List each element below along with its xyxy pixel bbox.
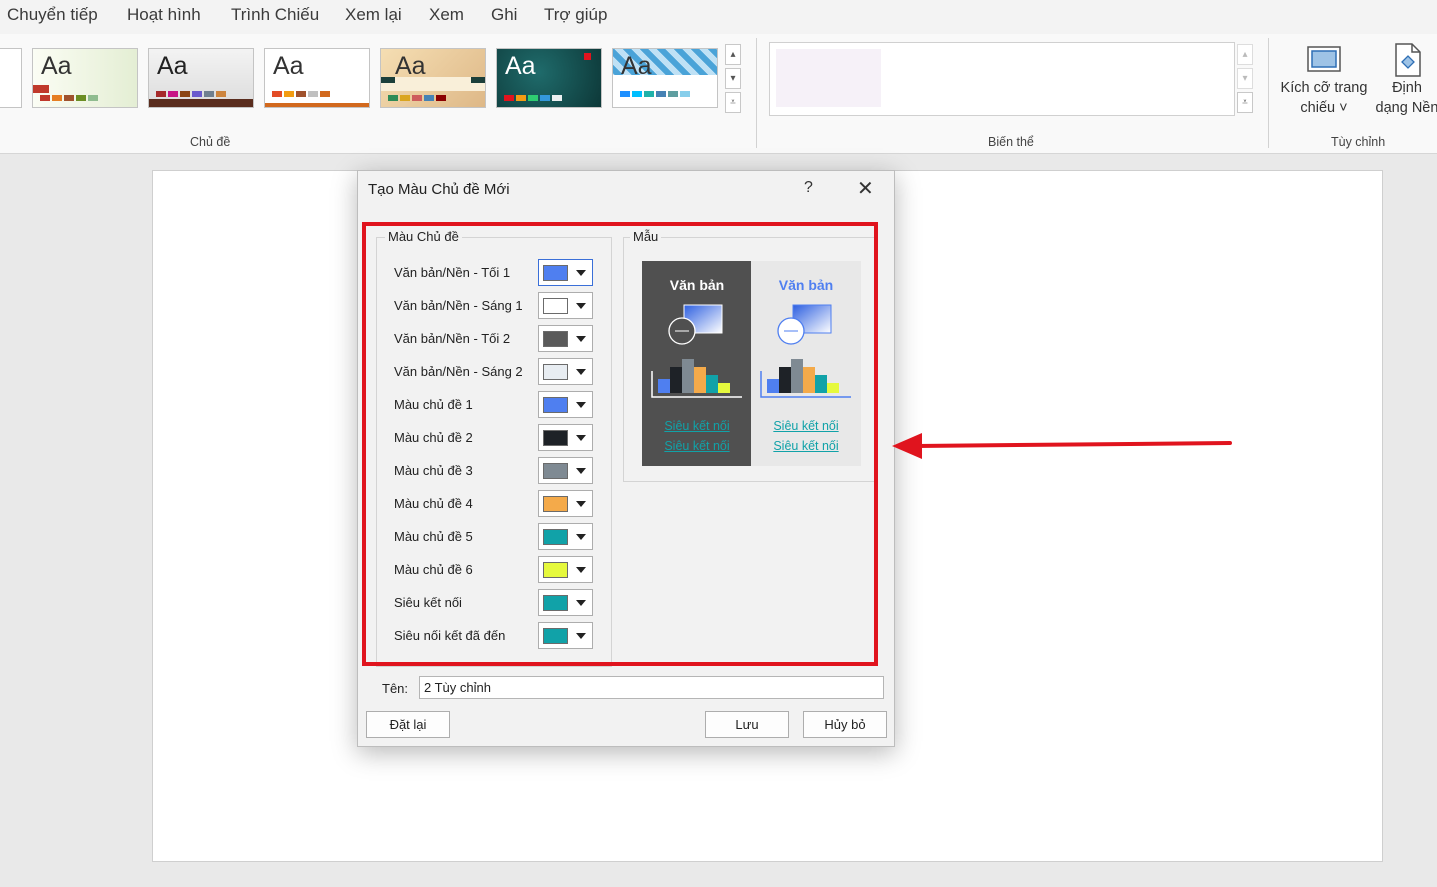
variant-thumb[interactable]	[776, 49, 881, 107]
name-input[interactable]: 2 Tùy chỉnh	[419, 676, 884, 699]
variants-more-button[interactable]: ⩡	[1237, 92, 1253, 113]
slide-size-icon	[1307, 46, 1341, 72]
format-background-icon	[1395, 43, 1421, 77]
dialog-title: Tạo Màu Chủ đề Mới	[368, 181, 510, 198]
help-button[interactable]: ?	[804, 179, 813, 197]
gallery-scroll-up-button[interactable]: ▴	[725, 44, 741, 65]
format-background-label-line1: Định	[1392, 80, 1422, 96]
theme-thumb-1[interactable]: Aa	[32, 48, 138, 108]
theme-thumb-text: Aa	[157, 52, 188, 80]
menu-bar: Chuyển tiếp Hoạt hình Trình Chiếu Xem lạ…	[0, 0, 1437, 34]
group-separator	[756, 38, 757, 148]
group-separator	[1268, 38, 1269, 148]
theme-thumb-text: Aa	[505, 52, 536, 80]
variants-scroll-up-button[interactable]: ▴	[1237, 44, 1253, 65]
gallery-more-button[interactable]: ⩡	[725, 92, 741, 113]
slide-size-label-line2: chiếu ˅	[1300, 100, 1348, 116]
customize-group-label: Tùy chỉnh	[1331, 135, 1386, 149]
tab-view[interactable]: Xem	[429, 5, 464, 25]
ribbon: Aa Aa Aa Aa Aa Aa ▴ ▾ ⩡ Chủ đề ▴ ▾ ⩡ Biế…	[0, 34, 1437, 154]
tab-record[interactable]: Ghi	[491, 5, 517, 25]
name-label: Tên:	[382, 681, 409, 696]
theme-thumb-partial[interactable]	[0, 48, 22, 108]
theme-thumb-2[interactable]: Aa	[148, 48, 254, 108]
tab-slide-show[interactable]: Trình Chiếu	[231, 5, 319, 25]
theme-thumb-4[interactable]: Aa	[380, 48, 486, 108]
theme-thumb-text: Aa	[395, 52, 426, 80]
theme-thumb-text: Aa	[273, 52, 304, 80]
variants-gallery[interactable]	[769, 42, 1235, 116]
themes-group-label: Chủ đề	[190, 135, 231, 149]
format-background-button[interactable]: Định dạng Nền	[1372, 42, 1437, 118]
reset-button[interactable]: Đặt lại	[366, 711, 450, 738]
theme-thumb-text: Aa	[621, 52, 652, 80]
theme-thumb-5[interactable]: Aa	[496, 48, 602, 108]
cancel-button[interactable]: Hủy bỏ	[803, 711, 887, 738]
save-button[interactable]: Lưu	[705, 711, 789, 738]
gallery-scroll-down-button[interactable]: ▾	[725, 68, 741, 89]
tab-review[interactable]: Xem lại	[345, 5, 402, 25]
annotation-arrow-icon	[892, 433, 1232, 459]
tab-transitions[interactable]: Chuyển tiếp	[7, 5, 98, 25]
theme-thumb-6[interactable]: Aa	[612, 48, 718, 108]
theme-thumb-text: Aa	[41, 52, 72, 80]
variants-scroll-down-button[interactable]: ▾	[1237, 68, 1253, 89]
format-background-label-line2: dạng Nền	[1375, 100, 1437, 116]
tab-animations[interactable]: Hoạt hình	[127, 5, 201, 25]
close-button[interactable]: ✕	[857, 176, 874, 201]
variants-group-label: Biến thể	[988, 135, 1034, 149]
slide-size-label-line1: Kích cỡ trang	[1280, 80, 1368, 96]
slide-size-button[interactable]: Kích cỡ trang chiếu ˅	[1278, 42, 1370, 118]
tab-help[interactable]: Trợ giúp	[544, 5, 607, 25]
theme-thumb-3[interactable]: Aa	[264, 48, 370, 108]
highlight-box	[362, 222, 878, 666]
